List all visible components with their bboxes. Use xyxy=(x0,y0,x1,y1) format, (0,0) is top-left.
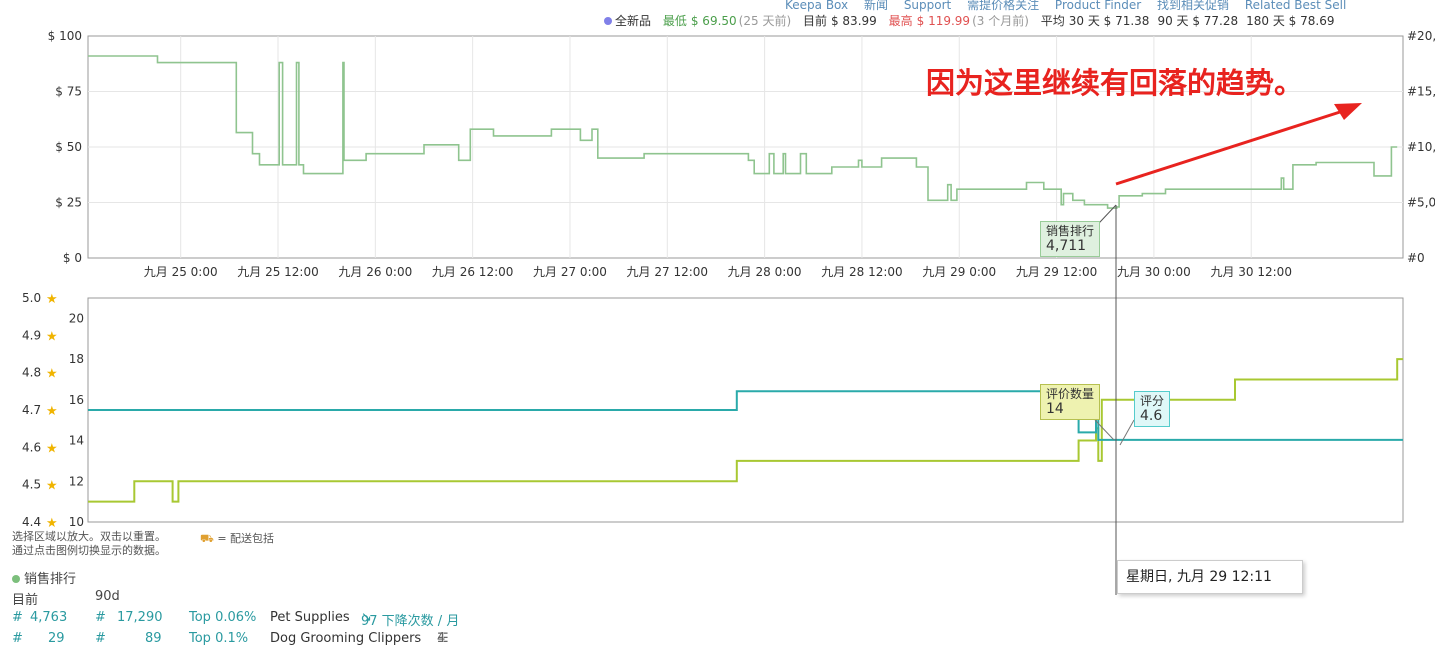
time-x-tick: 九月 27 12:00 xyxy=(627,265,708,279)
rank-y-tick: #0 xyxy=(1407,251,1425,265)
star-icon: ★ xyxy=(46,329,58,344)
time-x-tick: 九月 27 0:00 xyxy=(533,265,607,279)
star-icon: ★ xyxy=(46,292,58,307)
time-x-tick: 九月 29 12:00 xyxy=(1016,265,1097,279)
star-icon: ★ xyxy=(46,367,58,382)
time-x-tick: 九月 30 12:00 xyxy=(1210,265,1291,279)
star-icon: ★ xyxy=(46,479,58,494)
time-x-tick: 九月 28 0:00 xyxy=(728,265,802,279)
rating-y-tick: 5.0 xyxy=(22,291,41,305)
rank-y-tick: #20, xyxy=(1407,29,1435,43)
time-x-tick: 九月 29 0:00 xyxy=(922,265,996,279)
rank-tooltip-label: 销售排行 xyxy=(1046,224,1095,238)
rating-tooltip-value: 4.6 xyxy=(1140,408,1163,424)
count-y-tick: 20 xyxy=(69,311,84,325)
time-x-tick: 九月 26 12:00 xyxy=(432,265,513,279)
price-y-tick: $ 75 xyxy=(55,85,82,99)
count-y-tick: 16 xyxy=(69,393,84,407)
time-x-tick: 九月 30 0:00 xyxy=(1117,265,1191,279)
hint-legend: 通过点击图例切换显示的数据。 xyxy=(12,544,166,557)
rank-y-tick: #15, xyxy=(1407,85,1435,99)
rating-y-tick: 4.6 xyxy=(22,440,41,454)
star-icon: ★ xyxy=(46,441,58,456)
rank-tooltip: 销售排行 4,711 xyxy=(1040,221,1101,257)
star-icon: ★ xyxy=(46,404,58,419)
rating-tooltip: 评分 4.6 xyxy=(1134,391,1171,427)
col-90d: 90d xyxy=(95,589,120,604)
rating-y-tick: 4.5 xyxy=(22,478,41,492)
category-pet-supplies[interactable]: Pet Supplies xyxy=(270,610,350,625)
crosshair-date: 星期日, 九月 29 12:11 xyxy=(1117,560,1303,594)
rank-tooltip-value: 4,711 xyxy=(1046,238,1087,254)
count-y-tick: 12 xyxy=(69,474,84,488)
count-y-tick: 14 xyxy=(69,434,84,448)
rating-y-tick: 4.7 xyxy=(22,403,41,417)
category-dog-clippers[interactable]: Dog Grooming Clippers xyxy=(270,631,421,646)
price-y-tick: $ 50 xyxy=(55,140,82,154)
rating-y-tick: 4.4 xyxy=(22,515,41,529)
rank-y-tick: #10, xyxy=(1407,140,1435,154)
rank-dot-icon xyxy=(12,575,20,583)
rating-y-tick: 4.9 xyxy=(22,328,41,342)
price-y-tick: $ 25 xyxy=(55,196,82,210)
time-x-tick: 九月 26 0:00 xyxy=(338,265,412,279)
rating-tooltip-label: 评分 xyxy=(1140,394,1165,408)
rating-y-tick: 4.8 xyxy=(22,366,41,380)
count-tooltip-value: 14 xyxy=(1046,401,1064,417)
hint-zoom: 选择区域以放大。双击以重置。 xyxy=(12,530,166,543)
time-x-tick: 九月 25 12:00 xyxy=(237,265,318,279)
delivery-hint: ⛟ = 配送包括 xyxy=(200,532,275,545)
star-icon: ★ xyxy=(46,516,58,531)
rank-y-tick: #5,0 xyxy=(1407,196,1435,210)
price-y-tick: $ 0 xyxy=(63,251,82,265)
time-x-tick: 九月 28 12:00 xyxy=(821,265,902,279)
count-y-tick: 10 xyxy=(69,515,84,529)
time-x-tick: 九月 25 0:00 xyxy=(144,265,218,279)
truck-icon: ⛟ xyxy=(200,532,214,545)
count-tooltip-label: 评价数量 xyxy=(1046,387,1095,401)
sales-rank-legend[interactable]: 销售排行 xyxy=(12,568,76,587)
chart-hints: 选择区域以放大。双击以重置。 通过点击图例切换显示的数据。 xyxy=(12,530,166,558)
annotation-text: 因为这里继续有回落的趋势。 xyxy=(926,66,1304,100)
count-tooltip: 评价数量 14 xyxy=(1040,384,1101,420)
count-y-tick: 18 xyxy=(69,352,84,366)
col-current: 目前 xyxy=(12,593,39,608)
price-y-tick: $ 100 xyxy=(48,29,82,43)
